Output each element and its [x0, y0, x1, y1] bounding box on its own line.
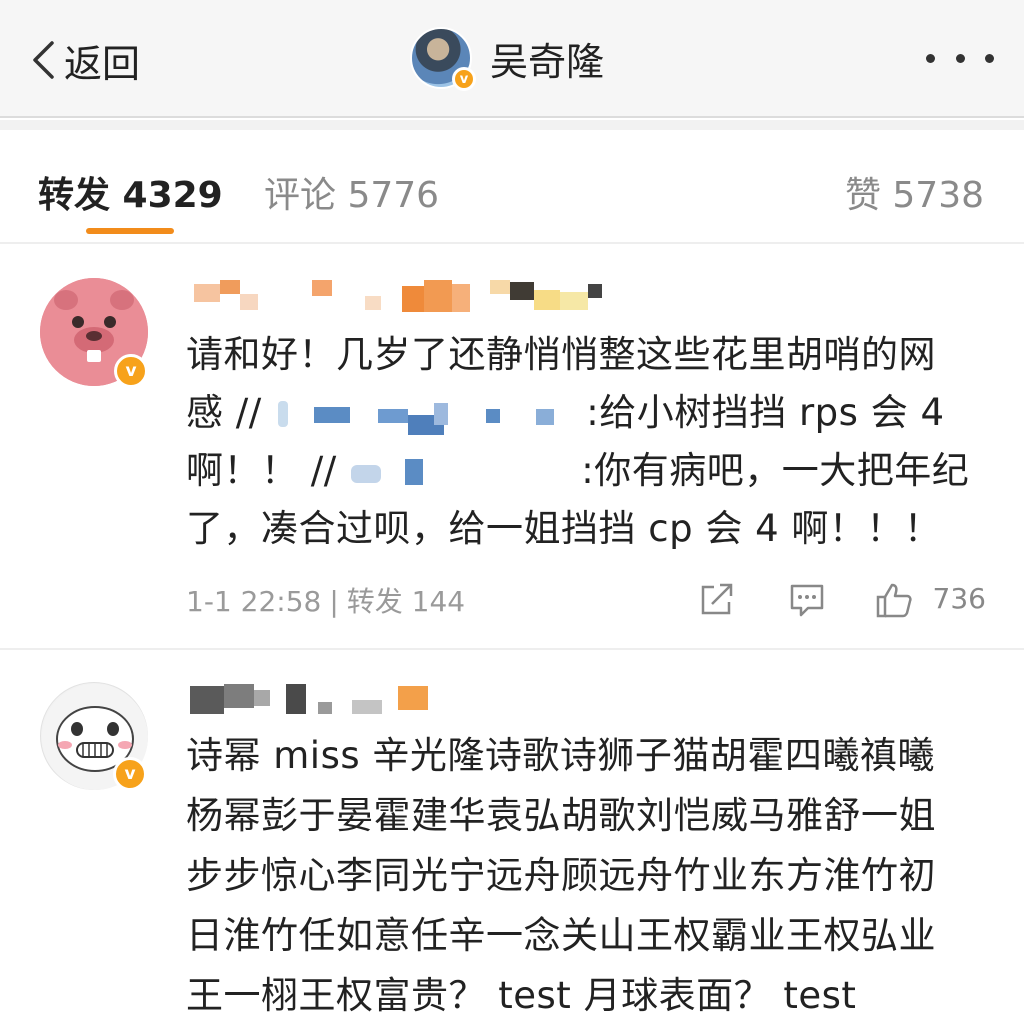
post-line: 了，凑合过呗，给一姐挡挡 cp 会 4 啊！！！	[186, 507, 942, 550]
page-title: 吴奇隆	[490, 39, 605, 84]
verified-badge-icon: v	[452, 67, 476, 91]
post-segment: 啊！！ //	[186, 449, 337, 492]
divider	[0, 120, 1024, 130]
post-text: 请和好！几岁了还静悄悄整这些花里胡哨的网 感 // :给小树挡挡 rps 会 4…	[186, 326, 994, 558]
post-line: 啊！！ // :你有病吧，一大把年纪	[186, 442, 994, 500]
list-item[interactable]: v 诗幂 miss 辛光隆诗歌诗狮子猫胡霍四曦禛曦 杨幂彭于晏霍建华袁弘胡歌刘恺…	[0, 660, 1024, 1017]
like-count: 736	[932, 582, 986, 615]
post-meta: 1-1 22:58 | 转发 144	[186, 580, 465, 620]
dot	[955, 53, 965, 63]
repost-count: 转发 144	[346, 585, 466, 618]
post-line: 诗幂 miss 辛光隆诗歌诗狮子猫胡霍四曦禛曦	[186, 734, 935, 777]
post-line: 请和好！几岁了还静悄悄整这些花里胡哨的网	[186, 333, 936, 376]
back-button[interactable]: 返回	[30, 34, 140, 86]
active-tab-indicator	[86, 228, 174, 234]
more-dots-icon[interactable]	[926, 44, 994, 72]
post-text: 诗幂 miss 辛光隆诗歌诗狮子猫胡霍四曦禛曦 杨幂彭于晏霍建华袁弘胡歌刘恺威马…	[186, 726, 994, 1026]
post-segment: :你有病吧，一大把年纪	[581, 449, 970, 492]
dot	[926, 53, 935, 63]
post-line: 日淮竹任如意任辛一念关山王权霸业王权弘业	[186, 914, 936, 957]
tab-like[interactable]: 赞 5738	[845, 166, 984, 218]
post-segment: 感 //	[186, 391, 262, 434]
post-line: 杨幂彭于晏霍建华袁弘胡歌刘恺威马雅舒一姐	[186, 794, 936, 837]
tab-repost[interactable]: 转发 4329	[38, 166, 223, 218]
timestamp: 1-1 22:58	[186, 585, 322, 618]
thumbs-up-icon[interactable]	[874, 582, 914, 618]
separator: |	[329, 585, 339, 618]
share-icon[interactable]	[698, 582, 736, 618]
post-line: 感 // :给小树挡挡 rps 会 4	[186, 384, 994, 442]
post-line: 步步惊心李同光宁远舟顾远舟竹业东方淮竹初	[186, 854, 936, 897]
post-segment: :给小树挡挡 rps 会 4	[586, 391, 945, 434]
verified-badge-icon: v	[113, 757, 147, 791]
dot	[985, 53, 994, 63]
tab-comment[interactable]: 评论 5776	[264, 166, 439, 218]
back-label: 返回	[64, 41, 141, 86]
top-nav-bar: 返回 v 吴奇隆	[0, 0, 1024, 118]
blurred-username	[190, 682, 450, 716]
tab-bar: 转发 4329 评论 5776 赞 5738	[0, 130, 1024, 244]
comment-icon[interactable]	[788, 582, 826, 618]
post-line: 王一栩王权富贵？ test 月球表面？ test	[186, 974, 857, 1017]
list-item[interactable]: v 请和好！几岁了还静悄悄整这些花里胡哨的网 感 //:给小树挡挡 rps 会…	[0, 250, 1024, 650]
avatar[interactable]: v	[40, 682, 148, 791]
verified-badge-icon: v	[114, 354, 148, 388]
chevron-left-icon	[33, 41, 54, 79]
profile-title[interactable]: v 吴奇隆	[410, 26, 605, 91]
blurred-mention[interactable]	[349, 453, 569, 493]
blurred-username	[190, 280, 610, 314]
avatar[interactable]: v	[410, 27, 476, 91]
avatar[interactable]: v	[40, 278, 148, 388]
blurred-mention[interactable]	[274, 395, 574, 435]
